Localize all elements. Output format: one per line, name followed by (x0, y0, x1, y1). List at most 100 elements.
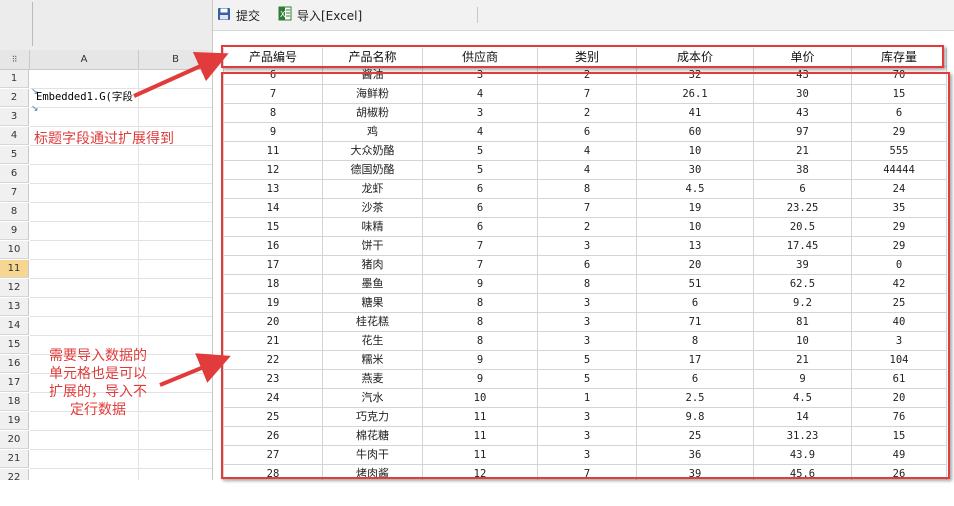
table-cell[interactable]: 15 (223, 218, 323, 236)
table-cell[interactable]: 3 (852, 332, 947, 350)
table-cell[interactable]: 43 (754, 104, 852, 122)
table-cell[interactable]: 20 (852, 389, 947, 407)
sheet-row[interactable] (30, 184, 212, 203)
table-cell[interactable]: 4.5 (637, 180, 754, 198)
table-cell[interactable]: 桂花糕 (323, 313, 423, 331)
table-cell[interactable]: 27 (223, 446, 323, 464)
table-cell[interactable]: 13 (223, 180, 323, 198)
table-cell[interactable]: 32 (637, 66, 754, 84)
select-all-corner[interactable]: ⠿ (0, 50, 30, 70)
table-cell[interactable]: 酱油 (323, 66, 423, 84)
table-cell[interactable]: 39 (754, 256, 852, 274)
table-cell[interactable]: 5 (423, 142, 538, 160)
sheet-row[interactable] (30, 241, 212, 260)
table-cell[interactable]: 鸡 (323, 123, 423, 141)
table-cell[interactable]: 9 (754, 370, 852, 388)
table-cell[interactable]: 4.5 (754, 389, 852, 407)
table-cell[interactable]: 6 (423, 199, 538, 217)
table-cell[interactable]: 51 (637, 275, 754, 293)
table-cell[interactable]: 30 (754, 85, 852, 103)
table-cell[interactable]: 21 (754, 142, 852, 160)
table-cell[interactable]: 42 (852, 275, 947, 293)
table-cell[interactable]: 26.1 (637, 85, 754, 103)
table-cell[interactable]: 大众奶酪 (323, 142, 423, 160)
table-cell[interactable]: 20.5 (754, 218, 852, 236)
table-cell[interactable]: 6 (754, 180, 852, 198)
table-cell[interactable]: 26 (223, 427, 323, 445)
table-cell[interactable]: 燕麦 (323, 370, 423, 388)
table-cell[interactable]: 41 (637, 104, 754, 122)
row-header[interactable]: 19 (0, 412, 29, 430)
table-cell[interactable]: 2.5 (637, 389, 754, 407)
sheet-row[interactable] (30, 469, 212, 480)
table-cell[interactable]: 26 (852, 465, 947, 480)
table-cell[interactable]: 墨鱼 (323, 275, 423, 293)
row-header[interactable]: 1 (0, 70, 29, 88)
column-header-a[interactable]: A (30, 50, 139, 70)
table-cell[interactable]: 花生 (323, 332, 423, 350)
sheet-row[interactable] (30, 108, 212, 127)
table-cell[interactable]: 16 (223, 237, 323, 255)
table-cell[interactable]: 糖果 (323, 294, 423, 312)
table-cell[interactable]: 104 (852, 351, 947, 369)
table-cell[interactable]: 10 (754, 332, 852, 350)
table-cell[interactable]: 6 (538, 256, 637, 274)
table-cell[interactable]: 8 (223, 104, 323, 122)
table-cell[interactable]: 81 (754, 313, 852, 331)
table-cell[interactable]: 3 (538, 237, 637, 255)
row-header[interactable]: 22 (0, 469, 29, 480)
row-header[interactable]: 4 (0, 127, 29, 145)
table-cell[interactable]: 7 (538, 199, 637, 217)
table-cell[interactable]: 15 (852, 427, 947, 445)
sheet-row[interactable] (30, 431, 212, 450)
table-cell[interactable]: 35 (852, 199, 947, 217)
table-cell[interactable]: 14 (754, 408, 852, 426)
table-cell[interactable]: 20 (637, 256, 754, 274)
table-cell[interactable]: 6 (538, 123, 637, 141)
table-cell[interactable]: 2 (538, 104, 637, 122)
table-cell[interactable]: 6 (423, 218, 538, 236)
table-cell[interactable]: 21 (754, 351, 852, 369)
table-cell[interactable]: 18 (223, 275, 323, 293)
table-cell[interactable]: 31.23 (754, 427, 852, 445)
table-cell[interactable]: 29 (852, 123, 947, 141)
table-cell[interactable]: 43 (754, 66, 852, 84)
row-header[interactable]: 7 (0, 184, 29, 202)
table-cell[interactable]: 43.9 (754, 446, 852, 464)
table-cell[interactable]: 44444 (852, 161, 947, 179)
table-cell[interactable]: 11 (423, 446, 538, 464)
table-cell[interactable]: 4 (538, 142, 637, 160)
table-cell[interactable]: 汽水 (323, 389, 423, 407)
table-cell[interactable]: 3 (538, 313, 637, 331)
table-cell[interactable]: 7 (423, 256, 538, 274)
row-header[interactable]: 8 (0, 203, 29, 221)
table-cell[interactable]: 17 (223, 256, 323, 274)
table-cell[interactable]: 12 (423, 465, 538, 480)
table-cell[interactable]: 龙虾 (323, 180, 423, 198)
table-cell[interactable]: 4 (423, 85, 538, 103)
table-cell[interactable]: 棉花糖 (323, 427, 423, 445)
table-cell[interactable]: 3 (538, 294, 637, 312)
table-cell[interactable]: 味精 (323, 218, 423, 236)
table-cell[interactable]: 5 (538, 370, 637, 388)
row-header[interactable]: 20 (0, 431, 29, 449)
row-header[interactable]: 10 (0, 241, 29, 259)
table-cell[interactable]: 9 (423, 275, 538, 293)
table-cell[interactable]: 9.2 (754, 294, 852, 312)
row-header[interactable]: 18 (0, 393, 29, 411)
table-cell[interactable]: 10 (637, 142, 754, 160)
table-cell[interactable]: 30 (637, 161, 754, 179)
table-cell[interactable]: 39 (637, 465, 754, 480)
table-cell[interactable]: 11 (223, 142, 323, 160)
sheet-row[interactable] (30, 146, 212, 165)
table-cell[interactable]: 7 (538, 85, 637, 103)
sheet-row[interactable] (30, 279, 212, 298)
table-cell[interactable]: 0 (852, 256, 947, 274)
table-cell[interactable]: 11 (423, 408, 538, 426)
table-cell[interactable]: 49 (852, 446, 947, 464)
table-cell[interactable]: 29 (852, 237, 947, 255)
table-cell[interactable]: 71 (637, 313, 754, 331)
submit-button[interactable]: 提交 (217, 5, 260, 25)
table-cell[interactable]: 97 (754, 123, 852, 141)
table-cell[interactable]: 22 (223, 351, 323, 369)
